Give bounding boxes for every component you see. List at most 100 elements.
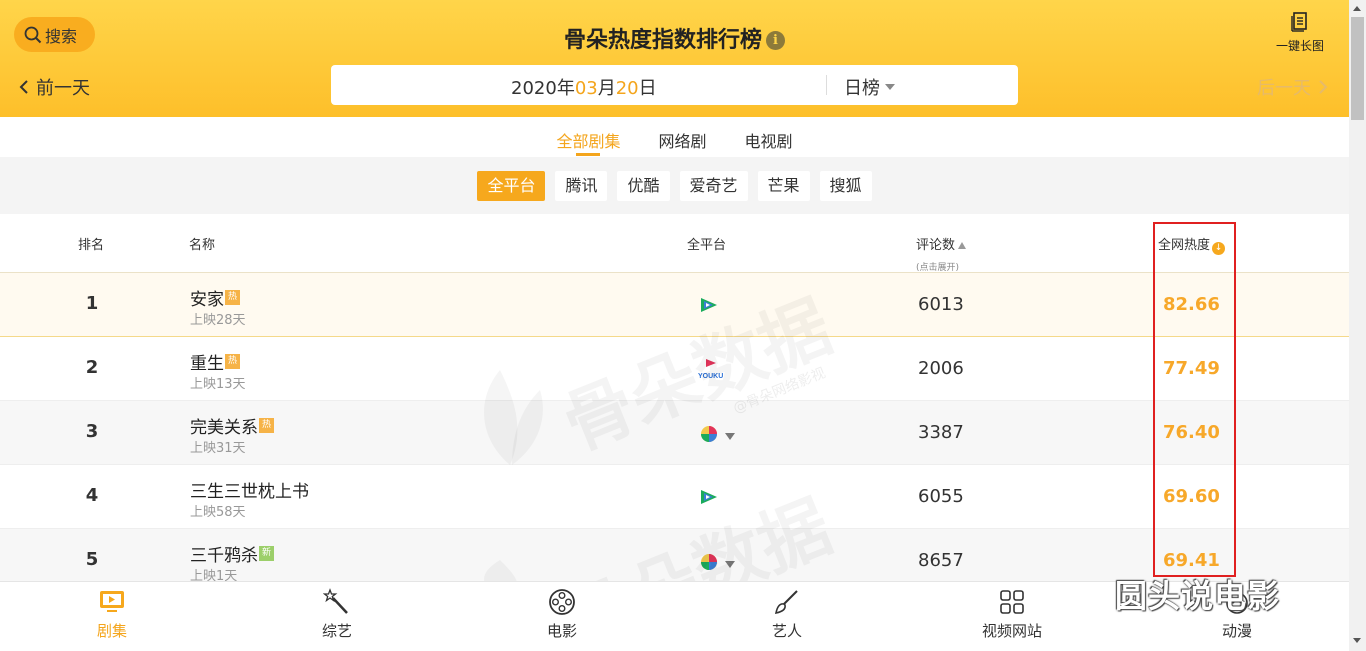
caret-down-icon [885, 84, 895, 90]
caret-down-icon[interactable] [725, 433, 735, 440]
title-bar: 骨朵热度指数排行榜 i [0, 22, 1349, 54]
col-comments-label: 评论数 [916, 238, 956, 253]
table-header: 排名 名称 全平台 评论数 (点击展开) 全网热度 ↓ [0, 214, 1349, 273]
hot-badge: 热 [259, 418, 274, 433]
rank-number: 1 [85, 293, 99, 314]
nav-video-sites-label: 视频网站 [981, 622, 1042, 640]
long-image-label: 一键长图 [1275, 39, 1324, 53]
comment-count: 2006 [918, 358, 964, 379]
next-day-label: 后一天 [1257, 78, 1311, 99]
platform-sohu[interactable]: 搜狐 [819, 170, 872, 201]
hot-badge: 热 [225, 290, 240, 305]
date-year-suffix: 年 [556, 78, 575, 99]
nav-movie[interactable]: 电影 [507, 588, 617, 641]
prev-day-button[interactable]: 前一天 [18, 74, 90, 100]
series-name[interactable]: 重生热 [190, 349, 240, 374]
days-on-air: 上映13天 [190, 377, 246, 392]
nav-variety[interactable]: 综艺 [282, 588, 392, 641]
date-year: 2020 [511, 78, 557, 99]
nav-series[interactable]: 剧集 [57, 588, 167, 641]
comments-note: (点击展开) [916, 263, 960, 273]
brush-icon [732, 588, 842, 620]
comment-count: 3387 [918, 422, 964, 443]
chevron-left-icon [19, 80, 28, 94]
tab-tv-series[interactable]: 电视剧 [745, 117, 793, 157]
nav-video-sites[interactable]: 视频网站 [957, 588, 1067, 641]
corner-watermark: 圆头说电影 [1115, 577, 1281, 615]
info-icon[interactable]: i [766, 31, 785, 50]
tv-play-icon [57, 588, 167, 620]
nav-series-label: 剧集 [96, 622, 127, 640]
rank-type-label: 日榜 [844, 78, 880, 99]
page-title: 骨朵热度指数排行榜 [563, 28, 762, 53]
prev-day-label: 前一天 [36, 78, 90, 99]
youku-icon: YOUKU [698, 357, 724, 385]
comment-count: 6013 [918, 294, 964, 315]
nav-variety-label: 综艺 [321, 622, 352, 640]
multi-platform-icon[interactable] [700, 425, 718, 447]
next-day-button[interactable]: 后一天 [1257, 74, 1329, 100]
multi-platform-icon[interactable] [700, 553, 718, 575]
long-image-button[interactable]: 一键长图 [1270, 12, 1330, 54]
platform-iqiyi[interactable]: 爱奇艺 [679, 170, 748, 201]
scroll-down-arrow-icon[interactable] [1353, 638, 1361, 643]
table-row[interactable]: 1 安家热 上映28天 6013 82.66 [0, 273, 1349, 337]
date-day-suffix: 日 [638, 78, 657, 99]
table-row[interactable]: 3 完美关系热 上映31天 3387 76.40 [0, 401, 1349, 465]
platform-youku[interactable]: 优酷 [617, 170, 670, 201]
col-rank: 排名 [78, 238, 105, 253]
col-comments[interactable]: 评论数 [916, 234, 967, 253]
series-title: 安家 [190, 290, 224, 310]
caret-down-icon[interactable] [725, 561, 735, 568]
youku-wordmark: YOUKU [698, 373, 723, 380]
platform-mango[interactable]: 芒果 [757, 170, 810, 201]
new-badge: 新 [259, 546, 274, 561]
series-name[interactable]: 安家热 [190, 285, 240, 310]
days-on-air: 上映31天 [190, 441, 246, 456]
comment-count: 6055 [918, 486, 964, 507]
heat-column-highlight [1153, 222, 1236, 577]
col-platform: 全平台 [687, 238, 727, 253]
table-row[interactable]: 4 三生三世枕上书 上映58天 6055 69.60 [0, 465, 1349, 529]
magic-wand-icon [282, 588, 392, 620]
date-selector[interactable]: 2020年03月20日 日榜 [331, 65, 1018, 105]
scrollbar-thumb[interactable] [1351, 17, 1364, 120]
hot-badge: 热 [225, 354, 240, 369]
platform-all[interactable]: 全平台 [477, 170, 546, 201]
days-on-air: 上映58天 [190, 505, 246, 520]
date-display[interactable]: 2020年03月20日 [511, 74, 657, 100]
rank-number: 4 [85, 485, 99, 506]
nav-anime-label: 动漫 [1221, 622, 1252, 640]
watermark-leaf-icon [483, 370, 543, 465]
platform-tencent[interactable]: 腾讯 [555, 170, 608, 201]
nav-movie-label: 电影 [546, 622, 577, 640]
date-divider [826, 75, 827, 95]
scroll-up-arrow-icon[interactable] [1353, 6, 1361, 11]
table-row[interactable]: 2 重生热 上映13天 YOUKU 2006 77.49 [0, 337, 1349, 401]
comment-count: 8657 [918, 550, 964, 571]
series-title: 重生 [190, 354, 224, 374]
tab-all-series[interactable]: 全部剧集 [556, 117, 620, 157]
document-icon [1291, 12, 1307, 32]
chevron-right-icon [1319, 80, 1328, 94]
ranking-table: 1 安家热 上映28天 6013 82.66 2 重生热 上映13天 YOUKU… [0, 273, 1349, 593]
series-name[interactable]: 三生三世枕上书 [190, 477, 309, 502]
rank-type-dropdown[interactable]: 日榜 [844, 74, 895, 100]
date-day: 20 [615, 78, 639, 99]
nav-artist[interactable]: 艺人 [732, 588, 842, 641]
tab-web-series[interactable]: 网络剧 [658, 117, 706, 157]
date-month: 03 [574, 78, 598, 99]
film-reel-icon [507, 588, 617, 620]
header: 搜索 骨朵热度指数排行榜 i 一键长图 前一天 2020年03月20日 日榜 后… [0, 0, 1349, 117]
platform-filter: 全平台 腾讯 优酷 爱奇艺 芒果 搜狐 [0, 157, 1349, 214]
series-name[interactable]: 三千鸦杀新 [190, 541, 274, 566]
tencent-video-icon [700, 297, 718, 317]
sort-icon[interactable] [958, 242, 967, 249]
scrollbar[interactable] [1349, 0, 1366, 651]
rank-number: 2 [85, 357, 99, 378]
series-name[interactable]: 完美关系热 [190, 413, 274, 438]
tencent-video-icon [700, 489, 718, 509]
series-title: 三千鸦杀 [190, 546, 258, 566]
grid-apps-icon [957, 588, 1067, 620]
days-on-air: 上映28天 [190, 313, 246, 328]
